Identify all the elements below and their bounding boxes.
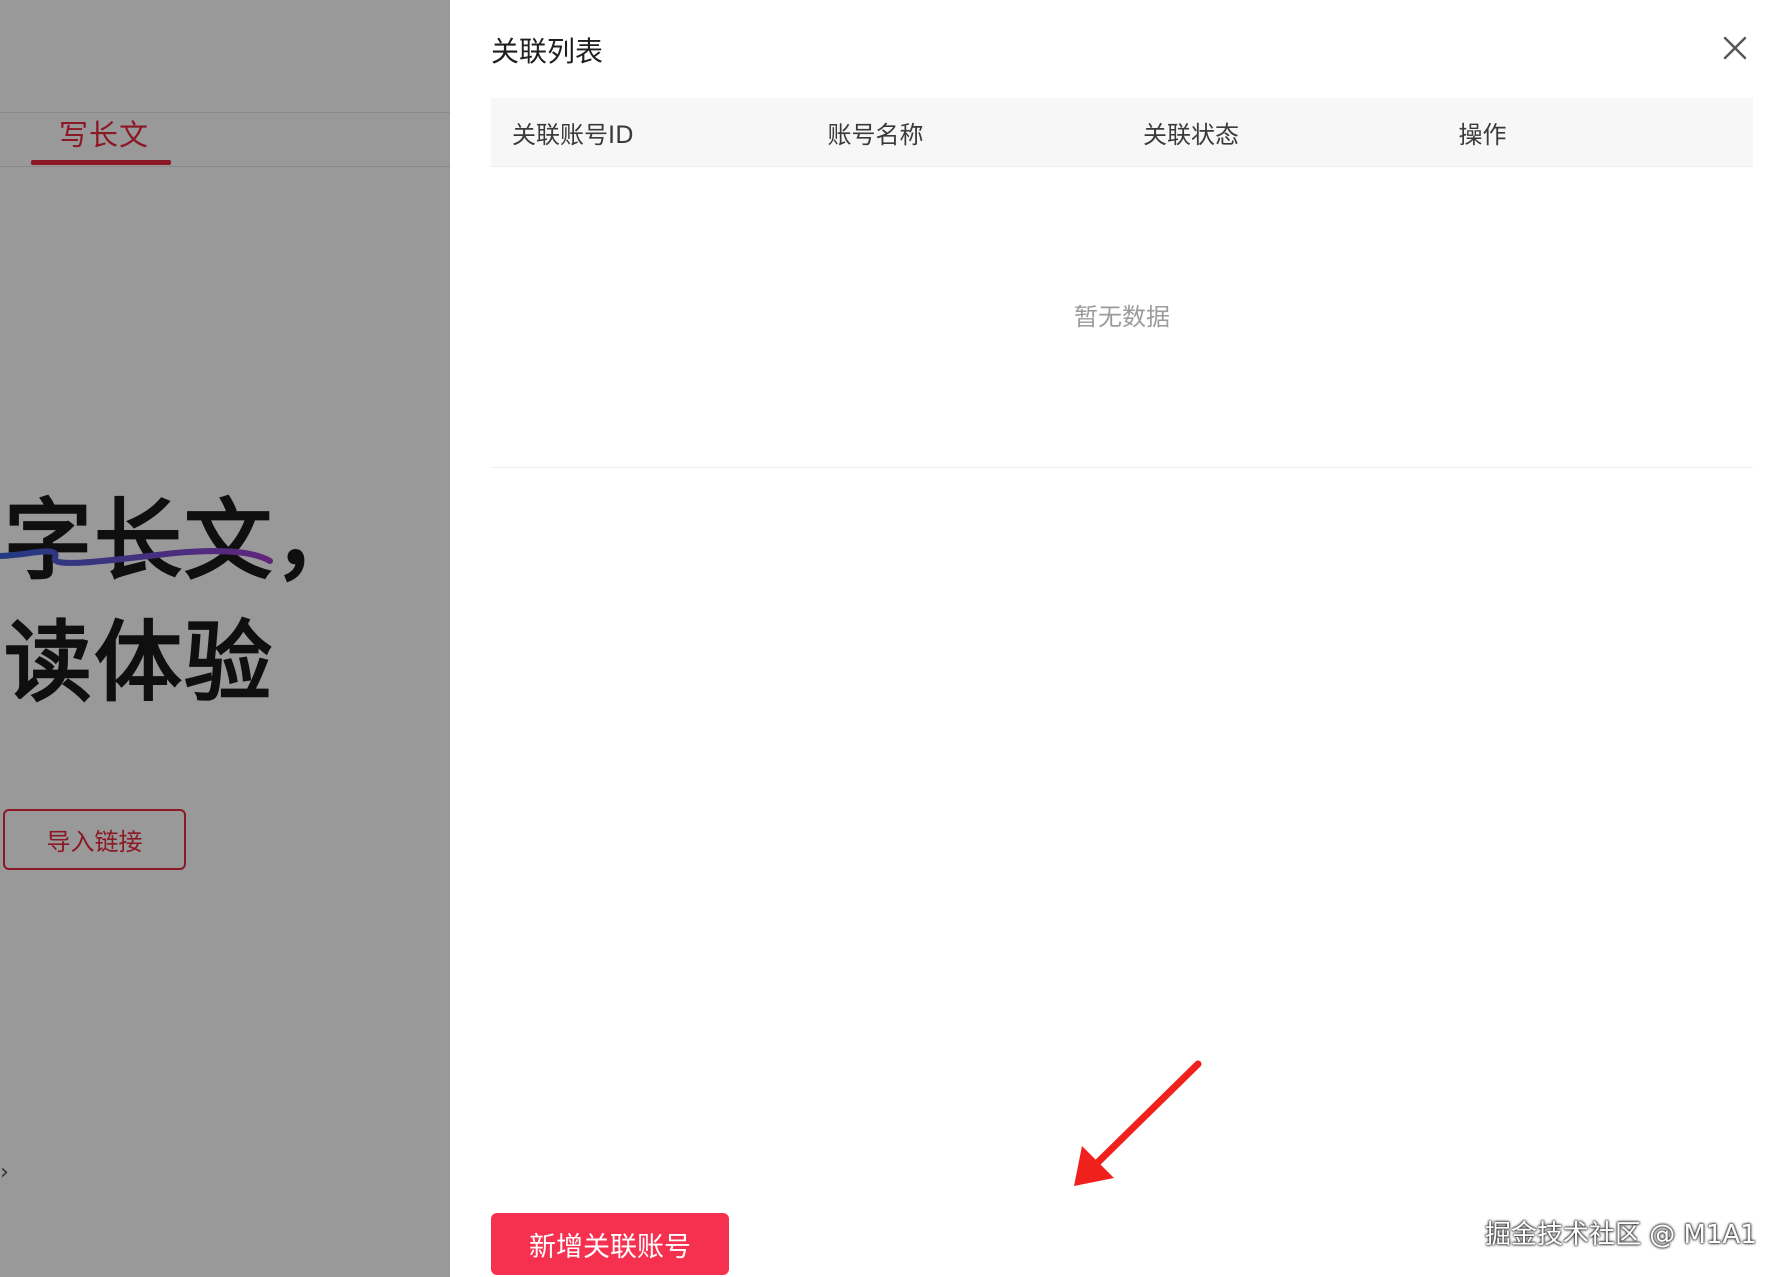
screen: 写长文 字长文， 读体验 导入链接 › 关联列表 关联账号ID 账号名称 关联状… [0, 0, 1769, 1277]
column-header-link-status: 关联状态 [1143, 120, 1239, 149]
column-header-account-id: 关联账号ID [512, 120, 634, 149]
column-header-actions: 操作 [1458, 120, 1507, 149]
watermark-text: 掘金技术社区 @ M1A1 [1485, 1220, 1757, 1250]
linked-accounts-table: 关联账号ID 账号名称 关联状态 操作 暂无数据 [491, 98, 1753, 468]
linked-accounts-drawer: 关联列表 关联账号ID 账号名称 关联状态 操作 暂无数据 新增关联账号 [450, 0, 1769, 1277]
table-empty-state: 暂无数据 [491, 167, 1753, 468]
close-icon[interactable] [1721, 34, 1749, 62]
column-header-account-name: 账号名称 [827, 120, 924, 149]
empty-state-text: 暂无数据 [1074, 303, 1170, 331]
drawer-title: 关联列表 [491, 35, 604, 68]
add-linked-account-button[interactable]: 新增关联账号 [491, 1213, 729, 1275]
red-arrow-annotation [1074, 1060, 1202, 1186]
modal-mask[interactable] [0, 0, 450, 1277]
table-header: 关联账号ID 账号名称 关联状态 操作 [491, 98, 1753, 167]
